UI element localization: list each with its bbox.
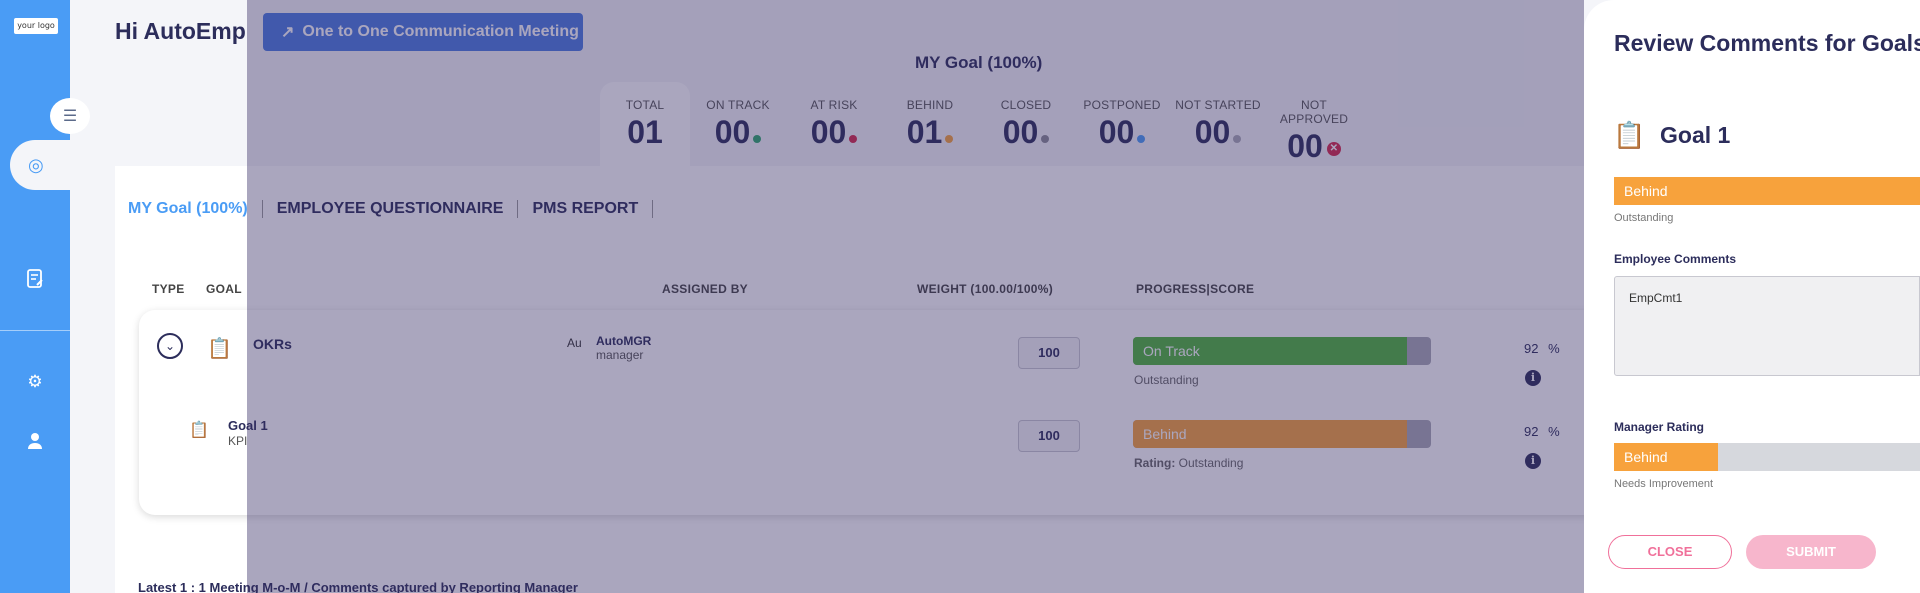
- gear-icon[interactable]: ⚙: [22, 369, 48, 395]
- clipboard-target-icon: 📋: [1613, 120, 1646, 150]
- column-header-type: TYPE: [152, 282, 185, 296]
- manager-rating-bar[interactable]: Behind: [1614, 443, 1920, 471]
- status-fill: Behind: [1614, 177, 1920, 205]
- goal-type: KPI: [228, 434, 248, 448]
- page-greeting: Hi AutoEmp: [115, 18, 246, 44]
- clipboard-target-icon: 📋: [189, 422, 209, 439]
- manager-rating: Behind: [1624, 449, 1668, 465]
- manager-rating-sub: Needs Improvement: [1614, 478, 1714, 490]
- employee-comments-label: Employee Comments: [1614, 252, 1737, 266]
- drawer-goal-name: Goal 1: [1660, 122, 1731, 148]
- goal-status: Behind: [1624, 183, 1668, 199]
- clipboard-target-icon: 📋: [207, 338, 232, 360]
- goal-status-sub: Outstanding: [1614, 212, 1674, 224]
- review-comments-drawer: Review Comments for Goals 📋 Goal 1 Behin…: [1584, 0, 1920, 593]
- goal-status-bar: Behind: [1614, 177, 1920, 205]
- modal-overlay[interactable]: [247, 0, 1584, 593]
- rating-fill: Behind: [1614, 443, 1719, 471]
- employee-comments-field[interactable]: EmpCmt1: [1614, 276, 1920, 376]
- submit-button[interactable]: SUBMIT: [1746, 535, 1876, 569]
- chevron-down-icon[interactable]: ⌄: [157, 333, 183, 359]
- sidebar-divider: [0, 330, 70, 331]
- sidebar-item-goals[interactable]: ◎: [10, 140, 78, 190]
- tab-my-goal[interactable]: MY Goal (100%): [128, 200, 263, 218]
- document-edit-icon[interactable]: [22, 266, 48, 292]
- target-icon: ◎: [28, 154, 44, 175]
- sidebar: your logo ◎ ⚙: [0, 0, 78, 593]
- column-header-goal: GOAL: [206, 282, 242, 296]
- user-icon[interactable]: [22, 428, 48, 454]
- manager-rating-label: Manager Rating: [1614, 420, 1705, 434]
- close-button[interactable]: CLOSE: [1608, 535, 1732, 569]
- rating-track: [1718, 443, 1920, 471]
- drawer-title: Review Comments for Goals: [1614, 30, 1920, 56]
- menu-collapse-icon[interactable]: ☰: [50, 98, 90, 134]
- logo: your logo: [14, 18, 58, 34]
